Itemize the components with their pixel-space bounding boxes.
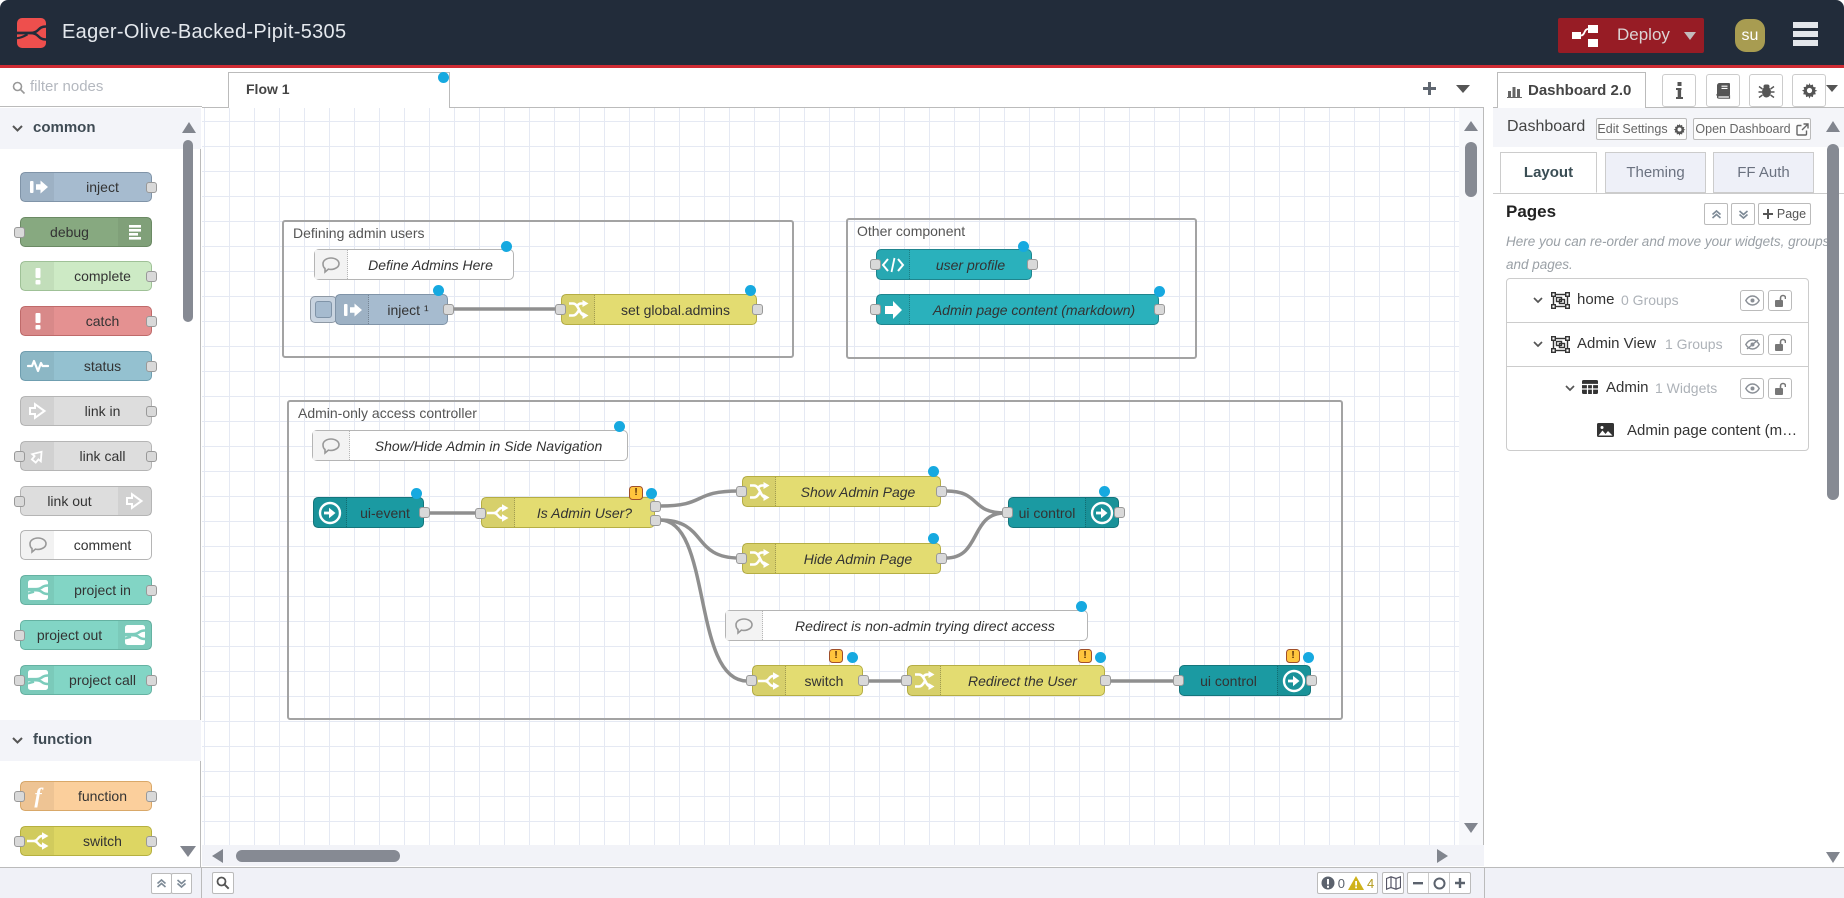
- svg-text:f: f: [34, 784, 44, 808]
